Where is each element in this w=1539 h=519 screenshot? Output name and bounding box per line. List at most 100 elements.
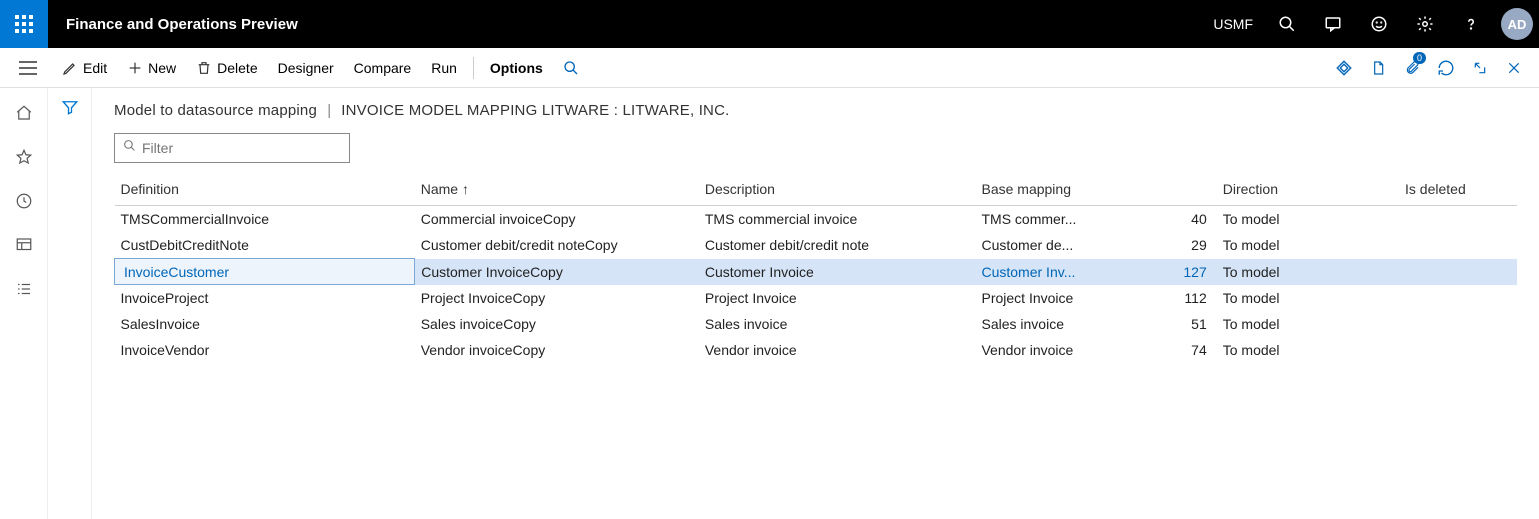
cell-definition[interactable]: InvoiceCustomer <box>115 259 415 285</box>
cell-definition[interactable]: InvoiceVendor <box>115 337 415 363</box>
col-name[interactable]: Name <box>415 175 699 206</box>
cell-base-mapping: Customer de... <box>975 232 1114 259</box>
breadcrumb: Model to datasource mapping | INVOICE MO… <box>114 102 1517 119</box>
cell-definition[interactable]: InvoiceProject <box>115 285 415 312</box>
compare-label: Compare <box>354 60 412 76</box>
table-row[interactable]: InvoiceVendorVendor invoiceCopyVendor in… <box>115 337 1518 363</box>
gear-icon <box>1416 15 1434 33</box>
clock-icon <box>15 192 33 210</box>
cell-name: Project InvoiceCopy <box>415 285 699 312</box>
avatar[interactable]: AD <box>1501 8 1533 40</box>
table-row[interactable]: CustDebitCreditNoteCustomer debit/credit… <box>115 232 1518 259</box>
grid-filter-box[interactable] <box>114 133 350 163</box>
nav-recent-button[interactable] <box>0 184 48 218</box>
col-base-mapping[interactable]: Base mapping <box>975 175 1216 206</box>
cell-is-deleted <box>1399 206 1517 233</box>
table-row[interactable]: InvoiceCustomerCustomer InvoiceCopyCusto… <box>115 259 1518 285</box>
attach-tool-button[interactable]: 0 <box>1395 48 1429 88</box>
table-row[interactable]: InvoiceProjectProject InvoiceCopyProject… <box>115 285 1518 312</box>
cell-is-deleted <box>1399 285 1517 312</box>
popout-icon <box>1472 60 1488 76</box>
nav-toggle-button[interactable] <box>4 48 52 88</box>
cell-name: Commercial invoiceCopy <box>415 206 699 233</box>
cell-description: Project Invoice <box>699 285 976 312</box>
cell-description: Sales invoice <box>699 311 976 337</box>
table-row[interactable]: TMSCommercialInvoiceCommercial invoiceCo… <box>115 206 1518 233</box>
search-icon <box>563 60 579 76</box>
cell-base-mapping: Customer Inv... <box>975 259 1114 285</box>
cell-base-mapping: Sales invoice <box>975 311 1114 337</box>
cell-description: Vendor invoice <box>699 337 976 363</box>
help-icon <box>1462 15 1480 33</box>
cell-base-count: 40 <box>1115 206 1217 233</box>
nav-modules-button[interactable] <box>0 272 48 306</box>
mapping-grid: Definition Name Description Base mapping… <box>114 175 1517 363</box>
cell-base-count: 29 <box>1115 232 1217 259</box>
cell-name: Customer InvoiceCopy <box>415 259 699 285</box>
company-code[interactable]: USMF <box>1203 16 1263 32</box>
nav-favorites-button[interactable] <box>0 140 48 174</box>
cell-description: Customer debit/credit note <box>699 232 976 259</box>
designer-button[interactable]: Designer <box>268 48 344 88</box>
run-button[interactable]: Run <box>421 48 467 88</box>
breadcrumb-root: Model to datasource mapping <box>114 102 317 119</box>
diamond-icon <box>1335 59 1353 77</box>
close-tool-button[interactable] <box>1497 48 1531 88</box>
delete-button[interactable]: Delete <box>186 48 267 88</box>
edit-button[interactable]: Edit <box>52 48 117 88</box>
app-header: Finance and Operations Preview USMF AD <box>0 0 1539 48</box>
settings-button[interactable] <box>1403 0 1447 48</box>
diamond-tool-button[interactable] <box>1327 48 1361 88</box>
waffle-icon <box>15 15 33 33</box>
cell-base-count: 112 <box>1115 285 1217 312</box>
compare-button[interactable]: Compare <box>344 48 422 88</box>
refresh-tool-button[interactable] <box>1429 48 1463 88</box>
chat-icon <box>1324 15 1342 33</box>
nav-workspaces-button[interactable] <box>0 228 48 262</box>
nav-home-button[interactable] <box>0 96 48 130</box>
cell-definition[interactable]: SalesInvoice <box>115 311 415 337</box>
action-bar: Edit New Delete Designer Compare Run Opt… <box>0 48 1539 88</box>
cell-definition[interactable]: TMSCommercialInvoice <box>115 206 415 233</box>
col-definition[interactable]: Definition <box>115 175 415 206</box>
cell-direction: To model <box>1217 311 1399 337</box>
cell-description: TMS commercial invoice <box>699 206 976 233</box>
search-button[interactable] <box>1265 0 1309 48</box>
filter-rail <box>48 88 92 519</box>
col-direction[interactable]: Direction <box>1217 175 1399 206</box>
cell-base-count: 51 <box>1115 311 1217 337</box>
messages-button[interactable] <box>1311 0 1355 48</box>
funnel-icon <box>61 98 79 116</box>
page-tool-button[interactable] <box>1361 48 1395 88</box>
separator <box>473 57 474 79</box>
home-icon <box>15 104 33 122</box>
popout-tool-button[interactable] <box>1463 48 1497 88</box>
breadcrumb-sep: | <box>327 102 331 119</box>
cell-name: Sales invoiceCopy <box>415 311 699 337</box>
cell-name: Customer debit/credit noteCopy <box>415 232 699 259</box>
cell-direction: To model <box>1217 206 1399 233</box>
filter-pane-button[interactable] <box>61 98 79 519</box>
cell-name: Vendor invoiceCopy <box>415 337 699 363</box>
cell-direction: To model <box>1217 285 1399 312</box>
waffle-button[interactable] <box>0 0 48 48</box>
modules-icon <box>15 280 33 298</box>
options-button[interactable]: Options <box>480 48 553 88</box>
designer-label: Designer <box>278 60 334 76</box>
breadcrumb-leaf: INVOICE MODEL MAPPING LITWARE : LITWARE,… <box>341 102 729 119</box>
nav-rail <box>0 88 48 519</box>
cell-description: Customer Invoice <box>699 259 976 285</box>
table-row[interactable]: SalesInvoiceSales invoiceCopySales invoi… <box>115 311 1518 337</box>
hamburger-icon <box>19 61 37 75</box>
new-button[interactable]: New <box>117 48 186 88</box>
feedback-button[interactable] <box>1357 0 1401 48</box>
grid-filter-input[interactable] <box>142 140 341 156</box>
help-button[interactable] <box>1449 0 1493 48</box>
cell-is-deleted <box>1399 232 1517 259</box>
col-description[interactable]: Description <box>699 175 976 206</box>
cell-definition[interactable]: CustDebitCreditNote <box>115 232 415 259</box>
search-action-button[interactable] <box>553 48 589 88</box>
search-icon <box>1278 15 1296 33</box>
trash-icon <box>196 60 212 76</box>
col-is-deleted[interactable]: Is deleted <box>1399 175 1517 206</box>
